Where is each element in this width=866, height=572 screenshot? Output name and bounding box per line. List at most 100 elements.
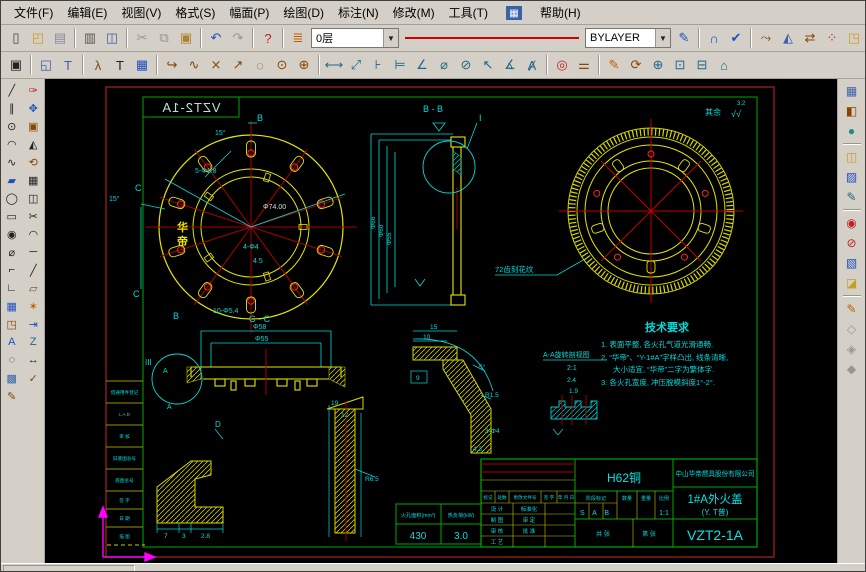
spline-button[interactable]: ∿ (183, 54, 205, 76)
menu-file[interactable]: 文件(F) (7, 2, 60, 23)
menu-modify[interactable]: 修改(M) (386, 2, 442, 23)
zoom-dynamic-button[interactable]: ⌂ (713, 54, 735, 76)
dim-continue-button[interactable]: ⊨ (389, 54, 411, 76)
line-button[interactable]: ╱ (2, 81, 22, 99)
trim-button[interactable]: ✂ (23, 207, 43, 225)
break-button[interactable]: ─ (23, 243, 43, 261)
lengthen-button[interactable]: ↔ (23, 351, 43, 369)
camera-button[interactable]: ◉ (841, 213, 863, 233)
open-file-button[interactable]: ◰ (27, 27, 49, 49)
named-view-button[interactable]: ◱ (35, 54, 57, 76)
align-button[interactable]: ⇥ (23, 315, 43, 333)
dim-angular-button[interactable]: ∠ (411, 54, 433, 76)
text-style-button[interactable]: T (57, 54, 79, 76)
new-file-button[interactable]: ▯ (5, 27, 27, 49)
leader-button[interactable]: ↗ (227, 54, 249, 76)
match-prop-button[interactable]: ✔ (725, 27, 747, 49)
array-button[interactable]: ▦ (23, 171, 43, 189)
hatch-button[interactable]: ▦ (2, 297, 22, 315)
hatch-edit-button[interactable]: ▧ (841, 253, 863, 273)
menu-window-icon[interactable]: ▦ (495, 3, 533, 23)
linetype-scale-button[interactable]: λ (87, 54, 109, 76)
menu-help[interactable]: 帮助(H) (533, 2, 588, 23)
menu-sheet[interactable]: 幅面(P) (222, 2, 276, 23)
dim-linear-button[interactable]: ⟷ (323, 54, 345, 76)
corner-line-button[interactable]: ⌐ (2, 261, 22, 279)
menu-edit[interactable]: 编辑(E) (60, 2, 114, 23)
chevron-down-icon[interactable]: ▼ (655, 29, 670, 47)
wipeout-button[interactable]: ◌ (2, 351, 22, 369)
menu-tools[interactable]: 工具(T) (442, 2, 495, 23)
print-button[interactable]: ▥ (79, 27, 101, 49)
point-style-button[interactable]: ⁘ (821, 27, 843, 49)
measure-button[interactable]: ⚌ (573, 54, 595, 76)
print-preview-button[interactable]: ◫ (101, 27, 123, 49)
chevron-down-icon[interactable]: ▼ (383, 29, 398, 47)
render-button[interactable]: ▨ (841, 167, 863, 187)
offset-button[interactable]: ◫ (23, 189, 43, 207)
text-button[interactable]: A (2, 333, 22, 351)
layer-combo[interactable]: 0层 ▼ (311, 28, 399, 48)
save-button[interactable]: ▤ (49, 27, 71, 49)
rotate-button[interactable]: ⟲ (23, 153, 43, 171)
spline-button[interactable]: ∿ (2, 153, 22, 171)
arc-button[interactable]: ◠ (2, 135, 22, 153)
pick-filter-button[interactable]: ⇄ (799, 27, 821, 49)
extend-button[interactable]: ╱ (23, 261, 43, 279)
move-button[interactable]: ✥ (23, 99, 43, 117)
dim-radius-button[interactable]: ⊘ (455, 54, 477, 76)
dim-leader-button[interactable]: ↖ (477, 54, 499, 76)
linetype-edit-button[interactable]: ✎ (673, 27, 695, 49)
copy-button[interactable]: ⧉ (153, 27, 175, 49)
menu-draw[interactable]: 绘图(D) (276, 2, 331, 23)
donut-button[interactable]: ⌀ (2, 243, 22, 261)
cut-button[interactable]: ✂ (131, 27, 153, 49)
region-button[interactable]: ⊙ (271, 54, 293, 76)
paste-button[interactable]: ▣ (175, 27, 197, 49)
dim-edit-button[interactable]: ∡ (499, 54, 521, 76)
drawing-canvas[interactable]: VZT2-1A 其余 3.2 √√ (45, 79, 837, 563)
zoom-in-button[interactable]: ⊕ (647, 54, 669, 76)
help-button[interactable]: ? (257, 27, 279, 49)
new-layout-button[interactable]: ◪ (841, 273, 863, 293)
wedge-3d-button[interactable]: ◈ (841, 339, 863, 359)
no-plot-button[interactable]: ⊘ (841, 233, 863, 253)
copy-clip-button[interactable]: ◫ (841, 147, 863, 167)
pan-button[interactable]: ⟳ (625, 54, 647, 76)
dim-diameter-button[interactable]: ⌀ (433, 54, 455, 76)
menu-dimension[interactable]: 标注(N) (331, 2, 386, 23)
pline-fit-button[interactable]: ∩ (703, 27, 725, 49)
xline-button[interactable]: ⨯ (205, 54, 227, 76)
dim-baseline-button[interactable]: ⊦ (367, 54, 389, 76)
zoom-prev-button[interactable]: ⊟ (691, 54, 713, 76)
layout-button[interactable]: ◧ (841, 101, 863, 121)
parallel-line-button[interactable]: ∥ (2, 99, 22, 117)
circle-button[interactable]: ⊙ (2, 117, 22, 135)
erase-button[interactable]: ✑ (23, 81, 43, 99)
select-set-button[interactable]: ⤳ (755, 27, 777, 49)
mirror-button[interactable]: ◭ (23, 135, 43, 153)
menu-format[interactable]: 格式(S) (168, 2, 222, 23)
ellipse-button[interactable]: ◯ (2, 189, 22, 207)
dim-aligned-button[interactable]: ⤢ (345, 54, 367, 76)
mtext-button[interactable]: T (109, 54, 131, 76)
menu-window-icon[interactable]: ▦ (506, 6, 522, 20)
fillet-button[interactable]: ◠ (23, 225, 43, 243)
orbit-3d-button[interactable]: ● (841, 121, 863, 141)
display-config-button[interactable]: ▦ (841, 81, 863, 101)
dim-style-button[interactable]: ◎ (551, 54, 573, 76)
block-button[interactable]: ▩ (2, 369, 22, 387)
brush-button[interactable]: ✓ (23, 369, 43, 387)
stretch-button[interactable]: ▱ (23, 279, 43, 297)
explode-button[interactable]: ✶ (23, 297, 43, 315)
zoom-extents-button[interactable]: ▣ (5, 54, 27, 76)
polyline-button[interactable]: ↪ (161, 54, 183, 76)
image-insert-button[interactable]: ◳ (2, 315, 22, 333)
center-mark-button[interactable]: ⊕ (293, 54, 315, 76)
point-button[interactable]: ◉ (2, 225, 22, 243)
linetype-preview[interactable] (405, 37, 579, 39)
color-combo[interactable]: BYLAYER ▼ (585, 28, 671, 48)
dim-text-edit-button[interactable]: Ⱥ (521, 54, 543, 76)
polygon-button[interactable]: ∟ (2, 279, 22, 297)
polyline-button[interactable]: ▰ (2, 171, 22, 189)
